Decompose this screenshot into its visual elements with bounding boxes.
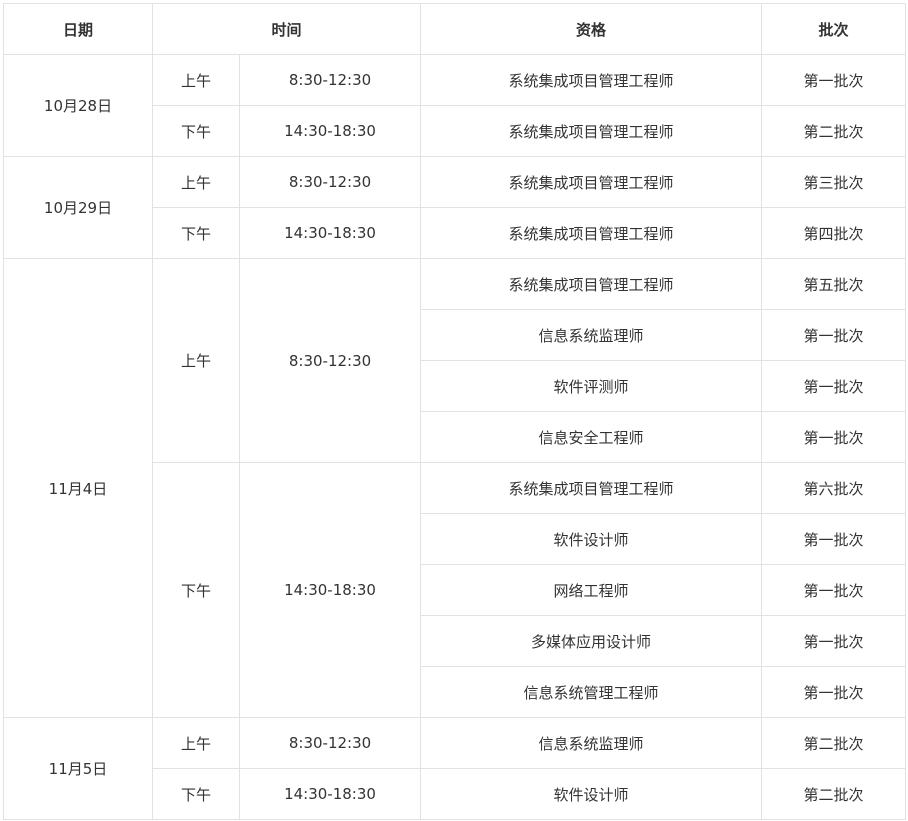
qualification-cell: 软件设计师 [420, 513, 763, 565]
time-cell: 8:30-12:30 [238, 258, 422, 463]
header-date: 日期 [3, 3, 153, 55]
period-cell: 上午 [152, 54, 240, 106]
qualification-cell: 系统集成项目管理工程师 [420, 207, 763, 259]
table-row: 10月29日 上午 8:30-12:30 系统集成项目管理工程师 第三批次 [3, 156, 907, 259]
batch-cell: 第六批次 [761, 462, 907, 514]
batch-cell: 第五批次 [761, 258, 907, 310]
batch-cell: 第一批次 [761, 411, 907, 463]
table-body: 10月28日 上午 8:30-12:30 系统集成项目管理工程师 第一批次 下午 14:30… [3, 54, 907, 820]
time-cell: 14:30-18:30 [238, 768, 422, 820]
period-cell: 下午 [152, 462, 240, 718]
period-cell: 下午 [152, 105, 240, 157]
date-cell: 11月4日 [3, 258, 153, 718]
time-cell: 14:30-18:30 [238, 105, 422, 157]
date-cell: 11月5日 [3, 717, 153, 820]
qualification-cell: 系统集成项目管理工程师 [420, 258, 763, 310]
batch-cell: 第二批次 [761, 105, 907, 157]
time-cell: 8:30-12:30 [238, 717, 422, 769]
table-row: 10月28日 上午 8:30-12:30 系统集成项目管理工程师 第一批次 [3, 54, 907, 157]
qualification-cell: 信息系统管理工程师 [420, 666, 763, 718]
batch-cell: 第一批次 [761, 513, 907, 565]
date-cell: 10月28日 [3, 54, 153, 157]
qualification-cell: 系统集成项目管理工程师 [420, 54, 763, 106]
qualification-cell: 网络工程师 [420, 564, 763, 616]
time-cell: 8:30-12:30 [238, 156, 422, 208]
batch-cell: 第一批次 [761, 564, 907, 616]
period-cell: 上午 [152, 258, 240, 463]
period-cell: 下午 [152, 768, 240, 820]
batch-cell: 第三批次 [761, 156, 907, 208]
period-cell: 下午 [152, 207, 240, 259]
table-row: 11月5日 上午 8:30-12:30 信息系统监理师 第二批次 [3, 717, 907, 820]
table-row: 11月4日 上午 8:30-12:30 系统集成项目管理工程师 第五批次 [3, 258, 907, 718]
qualification-cell: 信息系统监理师 [420, 309, 763, 361]
qualification-cell: 系统集成项目管理工程师 [420, 105, 763, 157]
time-cell: 8:30-12:30 [238, 54, 422, 106]
batch-cell: 第二批次 [761, 717, 907, 769]
qualification-cell: 软件设计师 [420, 768, 763, 820]
qualification-cell: 系统集成项目管理工程师 [420, 462, 763, 514]
qualification-cell: 多媒体应用设计师 [420, 615, 763, 667]
batch-cell: 第一批次 [761, 309, 907, 361]
header-batch: 批次 [761, 3, 907, 55]
batch-cell: 第四批次 [761, 207, 907, 259]
qualification-cell: 系统集成项目管理工程师 [420, 156, 763, 208]
date-cell: 10月29日 [3, 156, 153, 259]
time-cell: 14:30-18:30 [238, 207, 422, 259]
exam-schedule-table: 日期 时间 资格 批次 10月28日 上午 8:30-12:30 系统集成项目管理工程… [3, 3, 907, 820]
qualification-cell: 信息安全工程师 [420, 411, 763, 463]
period-cell: 上午 [152, 717, 240, 769]
table-header-row: 日期 时间 资格 批次 [3, 3, 907, 55]
time-cell: 14:30-18:30 [238, 462, 422, 718]
batch-cell: 第一批次 [761, 54, 907, 106]
header-qualification: 资格 [420, 3, 763, 55]
batch-cell: 第一批次 [761, 615, 907, 667]
batch-cell: 第一批次 [761, 360, 907, 412]
header-time: 时间 [151, 3, 422, 55]
qualification-cell: 信息系统监理师 [420, 717, 763, 769]
period-cell: 上午 [152, 156, 240, 208]
qualification-cell: 软件评测师 [420, 360, 763, 412]
batch-cell: 第二批次 [761, 768, 907, 820]
batch-cell: 第一批次 [761, 666, 907, 718]
